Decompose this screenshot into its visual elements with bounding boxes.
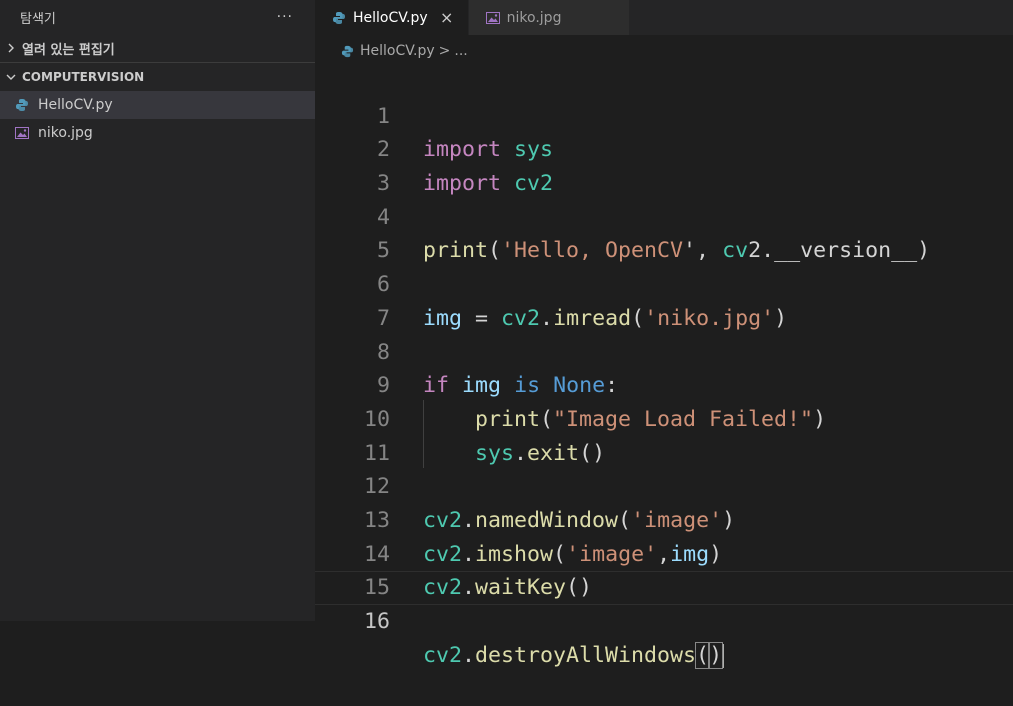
open-editors-label: 열려 있는 편집기: [22, 42, 115, 58]
tab-label: niko.jpg: [506, 9, 562, 26]
breadcrumb: HelloCV.py > ...: [315, 35, 1013, 67]
folder-section[interactable]: COMPUTERVISION: [0, 62, 315, 91]
code-token: destroyAllWindows: [475, 642, 697, 668]
image-file-icon: [14, 125, 30, 141]
breadcrumb-separator: >: [438, 43, 451, 59]
file-item-niko[interactable]: niko.jpg: [0, 119, 315, 147]
more-actions-icon[interactable]: ···: [277, 9, 293, 25]
explorer-header: 탐색기 ···: [0, 0, 315, 34]
code-line: 11: [315, 403, 1013, 466]
image-file-icon: [485, 10, 501, 26]
editor-area: HelloCV.py × niko.jpg HelloCV.py > ... 1…: [315, 0, 1013, 669]
chevron-down-icon: [4, 72, 18, 82]
file-name: niko.jpg: [38, 125, 93, 141]
open-editors-section[interactable]: 열려 있는 편집기: [0, 34, 315, 62]
python-file-icon: [331, 10, 347, 26]
text-cursor: [722, 643, 725, 668]
tab-hellocv[interactable]: HelloCV.py ×: [315, 0, 469, 35]
line-number: 16: [363, 609, 390, 635]
code-line-current: 16 cv2.destroyAllWindows(): [315, 571, 1013, 669]
explorer-title: 탐색기: [20, 11, 56, 27]
code-line: 2 import cv2: [315, 100, 1013, 196]
folder-label: COMPUTERVISION: [22, 70, 145, 84]
code-line: 5: [315, 201, 1013, 263]
code-token: ): [708, 641, 724, 669]
explorer-sidebar: 탐색기 ··· 열려 있는 편집기 COMPUTERVISION HelloCV…: [0, 0, 315, 621]
code-line: 3: [315, 133, 1013, 196]
python-file-icon: [14, 97, 30, 113]
code-line: 6 img = cv2.imread('niko.jpg'): [315, 234, 1013, 331]
python-file-icon: [340, 44, 354, 58]
tab-niko[interactable]: niko.jpg: [468, 0, 630, 35]
code-token: .: [462, 642, 476, 668]
code-text: cv2.destroyAllWindows(): [423, 639, 725, 673]
file-item-hellocv[interactable]: HelloCV.py: [0, 91, 315, 119]
code-line: 15: [315, 538, 1013, 600]
code-line: 8 if img is None:: [315, 302, 1013, 399]
code-line: 14 cv2.waitKey(): [315, 504, 1013, 601]
breadcrumb-file[interactable]: HelloCV.py: [360, 43, 435, 59]
tab-label: HelloCV.py: [353, 9, 428, 26]
chevron-right-icon: [4, 43, 18, 53]
tab-bar: HelloCV.py × niko.jpg: [315, 0, 1013, 35]
code-line: 4 print('Hello, OpenCV', cv2.__version__…: [315, 167, 1013, 264]
code-editor[interactable]: 1 import sys 2 import cv2 3 4 print('Hel…: [315, 66, 1013, 669]
code-token: cv2: [423, 642, 463, 668]
code-token: (: [695, 641, 711, 669]
breadcrumb-symbols[interactable]: ...: [454, 43, 467, 59]
code-line: 10 sys.exit(): [315, 369, 1013, 466]
code-line: 13 cv2.imshow('image',img): [315, 470, 1013, 567]
code-line: 12 cv2.namedWindow('image'): [315, 437, 1013, 533]
code-line: 7: [315, 268, 1013, 331]
code-line: 1 import sys: [315, 66, 1013, 163]
close-icon[interactable]: ×: [438, 8, 456, 27]
code-line: 9 print("Image Load Failed!"): [315, 336, 1013, 432]
file-name: HelloCV.py: [38, 97, 113, 113]
